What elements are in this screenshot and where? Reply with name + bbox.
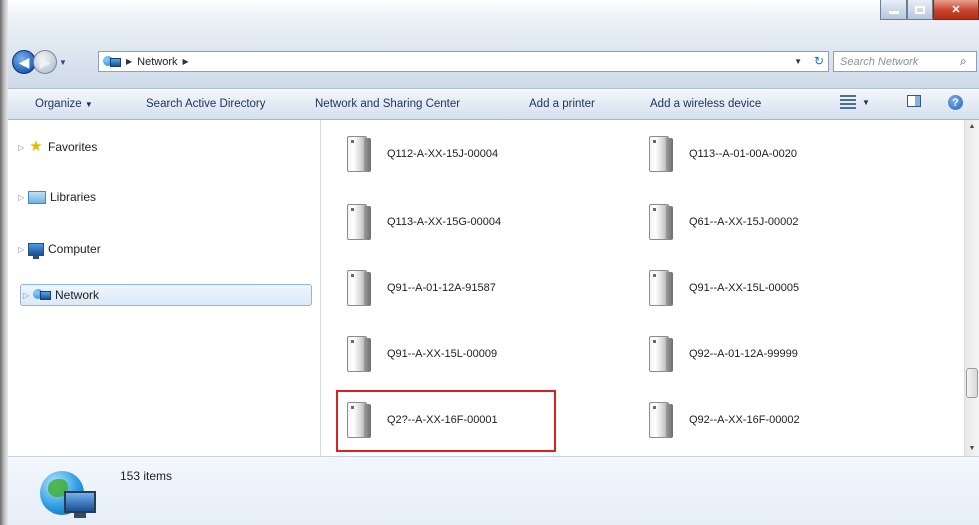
nav-item-label: Favorites [48,140,98,154]
command-bar: Organize ▼ Search Active Directory Netwo… [8,88,979,120]
minimize-button[interactable] [880,0,907,20]
chevron-down-icon: ▼ [84,100,93,109]
network-device-item[interactable]: Q91--A-XX-15L-00009 [341,334,497,374]
network-icon [33,288,51,302]
star-icon: ★ [29,138,43,155]
navigation-pane: ▷ ★ Favorites ▷ Libraries ▷ Computer ▷ N… [8,120,321,456]
network-icon [103,55,121,69]
expand-arrow-icon[interactable]: ▷ [18,143,28,152]
network-device-item[interactable]: Q112-A-XX-15J-00004 [341,134,498,174]
breadcrumb-separator-icon[interactable]: ▶ [126,57,132,66]
address-row: ◀ ▶ ▼ ▶ Network ▶ ▼ ↻ ⌕ [12,50,979,74]
expand-arrow-icon[interactable]: ▷ [18,245,28,254]
device-label: Q92--A-XX-16F-00002 [689,414,800,426]
title-bar[interactable]: ✕ [8,0,979,34]
maximize-icon [915,5,925,14]
network-device-item[interactable]: Q91--A-01-12A-91587 [341,268,496,308]
views-icon [840,95,856,109]
item-count: 153 items [120,469,173,483]
organize-label: Organize [35,98,82,110]
device-label: Q112-A-XX-15J-00004 [387,148,499,160]
explorer-window: ✕ ◀ ▶ ▼ ▶ Network ▶ ▼ ↻ ⌕ Organize ▼ Sea… [0,0,979,525]
network-device-item[interactable]: Q92--A-01-12A-99999 [643,334,798,374]
device-label: Q113--A-01-00A-0020 [689,148,798,160]
search-input[interactable] [834,54,960,69]
device-label: Q113-A-XX-15G-00004 [387,216,502,228]
recent-pages-dropdown[interactable]: ▼ [59,58,67,67]
close-icon: ✕ [951,4,961,16]
close-button[interactable]: ✕ [933,0,979,20]
nav-item-favorites[interactable]: ▷ ★ Favorites [18,136,97,158]
search-icon[interactable]: ⌕ [960,54,967,69]
network-device-item[interactable]: Q91--A-XX-15L-00005 [643,268,799,308]
computer-tower-icon [341,334,373,374]
breadcrumb-network[interactable]: Network [137,56,177,68]
device-label: Q92--A-01-12A-99999 [689,348,798,360]
search-active-directory-button[interactable]: Search Active Directory [146,98,266,110]
details-pane: 153 items [8,456,979,525]
device-label: Q91--A-XX-15L-00005 [689,282,800,294]
network-sharing-center-button[interactable]: Network and Sharing Center [315,98,460,110]
arrow-right-icon: ▶ [39,53,51,70]
device-label: Q91--A-XX-15L-00009 [387,348,498,360]
network-device-item[interactable]: Q113-A-XX-15G-00004 [341,202,501,242]
network-device-item[interactable]: Q61--A-XX-15J-00002 [643,202,798,242]
window-left-edge [0,0,8,525]
nav-item-computer[interactable]: ▷ Computer [18,238,101,260]
preview-pane-button[interactable] [907,95,921,107]
help-button[interactable]: ? [948,95,963,110]
vertical-scrollbar[interactable]: ▲ ▼ [964,120,979,456]
window-controls: ✕ [880,0,979,20]
breadcrumb-separator-icon[interactable]: ▶ [183,57,189,66]
views-menu[interactable]: ▼ [840,95,870,109]
computer-tower-icon [643,202,675,242]
scroll-down-icon[interactable]: ▼ [965,442,979,456]
computer-tower-icon [643,400,675,440]
device-label: Q91--A-01-12A-91587 [387,282,496,294]
computer-tower-icon [643,268,675,308]
network-globe-icon [38,467,100,521]
refresh-icon[interactable]: ↻ [814,52,824,71]
address-dropdown-icon[interactable]: ▼ [794,52,802,71]
maximize-button[interactable] [907,0,933,20]
search-box: ⌕ [833,51,977,72]
chevron-down-icon: ▼ [862,97,870,107]
arrow-left-icon: ◀ [18,53,30,70]
nav-item-libraries[interactable]: ▷ Libraries [18,186,96,208]
expand-arrow-icon[interactable]: ▷ [18,193,28,202]
computer-icon [28,242,44,259]
libraries-icon [28,190,46,204]
computer-tower-icon [643,134,675,174]
expand-arrow-icon[interactable]: ▷ [23,291,33,300]
organize-menu[interactable]: Organize ▼ [35,98,93,110]
computer-tower-icon [341,202,373,242]
highlight-annotation-box [336,390,556,452]
network-device-item[interactable]: Q113--A-01-00A-0020 [643,134,797,174]
nav-item-label: Libraries [50,190,97,204]
scroll-up-icon[interactable]: ▲ [965,120,979,134]
add-printer-button[interactable]: Add a printer [529,98,595,110]
computer-tower-icon [341,268,373,308]
forward-button[interactable]: ▶ [33,50,57,74]
preview-pane-icon [907,95,921,107]
device-label: Q61--A-XX-15J-00002 [689,216,799,228]
computer-tower-icon [341,134,373,174]
nav-item-label: Network [55,288,100,302]
scroll-thumb[interactable] [966,368,978,398]
nav-item-network[interactable]: ▷ Network [20,284,312,306]
address-bar[interactable]: ▶ Network ▶ ▼ ↻ [98,51,829,72]
add-wireless-device-button[interactable]: Add a wireless device [650,98,761,110]
network-device-item[interactable]: Q92--A-XX-16F-00002 [643,400,800,440]
nav-item-label: Computer [48,242,101,256]
help-icon: ? [948,95,963,110]
computer-tower-icon [643,334,675,374]
minimize-icon [888,11,899,14]
